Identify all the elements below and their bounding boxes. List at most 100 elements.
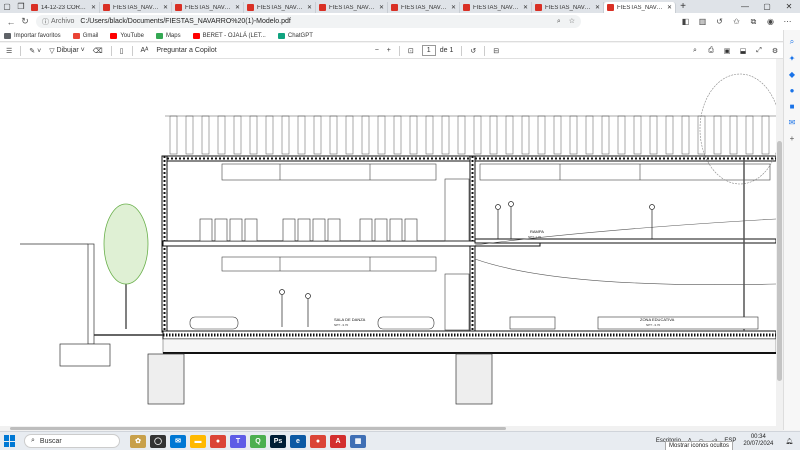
favorite-star-icon[interactable]: ☆ [569,18,575,25]
minimize-icon[interactable]: — [734,2,756,11]
task-view-icon[interactable]: ◯ [150,434,166,448]
tab-close-icon[interactable]: ✕ [235,4,240,11]
tab-label: FIESTAS_NAVARRO [257,4,305,11]
louver-blade [249,115,258,155]
file-explorer-icon[interactable]: ▬ [190,434,206,448]
app-q-icon[interactable]: Q [250,434,266,448]
tab-close-icon[interactable]: ✕ [379,4,384,11]
clock-time: 00:34 [750,434,766,440]
bookmark-item[interactable]: YouTube [110,32,144,39]
bookmarks-bar: Importar favoritos Gmail YouTube Maps BERET … [0,30,800,42]
teams-icon[interactable]: T [230,434,246,448]
rotate-icon[interactable]: ↺ [470,47,476,55]
more-icon[interactable]: ⋯ [779,17,796,27]
page-number-input[interactable]: 1 [421,45,436,56]
vertical-scrollbar[interactable] [776,59,783,426]
taskbar-search[interactable]: ⌕ Buscar [24,434,120,448]
file-info-icon[interactable]: ⓘ [42,17,49,27]
bookmark-item[interactable]: Importar favoritos [4,32,61,39]
refresh-icon[interactable]: ↻ [18,16,32,27]
office-icon[interactable]: ■ [784,102,800,111]
browser-tab[interactable]: FIESTAS_NAVARRO✕ [388,2,460,13]
autocad-icon[interactable]: A [330,434,346,448]
search-icon[interactable]: ⌕ [687,47,703,55]
bookmark-item[interactable]: Maps [155,32,181,39]
horizontal-scroll-thumb[interactable] [10,427,506,430]
bookmark-label: YouTube [120,32,144,39]
zoom-icon[interactable]: ⌕ [557,18,561,25]
browser-tab[interactable]: 14-12-23 CORTES ✕ [28,2,100,13]
shopping-icon[interactable]: ◆ [784,70,800,79]
read-aloud-icon[interactable]: Aᴬ [141,47,149,54]
add-sidebar-icon[interactable]: + [784,134,800,143]
extension-icon[interactable]: ◧ [677,17,694,27]
new-tab-button[interactable]: + [676,1,690,12]
widget-icon[interactable]: ✿ [130,434,146,448]
edge-icon[interactable]: e [290,434,306,448]
zoom-out-icon[interactable]: − [375,47,379,54]
zoom-in-icon[interactable]: + [387,47,391,54]
vertical-scroll-thumb[interactable] [777,141,782,381]
save-as-icon[interactable]: ⬓ [735,47,751,55]
start-windows-icon[interactable] [4,435,16,447]
tab-actions-icon[interactable]: ❐ [14,0,28,13]
contents-icon[interactable]: ☰ [6,47,12,55]
mail-app-icon[interactable]: ✉ [170,434,186,448]
eraser-icon[interactable]: ⌫ [93,47,103,55]
bookmark-item[interactable]: Gmail [72,32,98,39]
search-sidebar-icon[interactable]: ⌕ [784,37,800,47]
windows-app-icon[interactable]: ▦ [350,434,366,448]
draw-button[interactable]: ▽ Dibujar ˅ [49,47,85,55]
browser-tab[interactable]: FIESTAS_NAVARRO✕ [100,2,172,13]
bookmark-item[interactable]: BERET - OJALÁ (LET... [192,32,266,39]
bookmark-icon [192,32,200,39]
label-sala-danza: SALA DE DANZA [334,317,366,322]
settings-gear-icon[interactable]: ⚙ [767,47,783,55]
pdf-page[interactable]: SALA DE DANZA NPT: -3.70 ZONA EDUCATIVA … [0,59,776,426]
bookmark-item[interactable]: ChatGPT [277,32,313,39]
tab-close-icon[interactable]: ✕ [595,4,600,11]
refresh-extension-icon[interactable]: ↺ [711,17,728,27]
copilot-button[interactable]: Preguntar a Copilot [156,47,216,54]
split-screen-icon[interactable]: ▥ [694,17,711,27]
clock[interactable]: 00:34 20/07/2024 [743,434,773,448]
games-icon[interactable]: ● [784,86,800,95]
tools-icon[interactable]: ✦ [784,54,800,63]
favorites-icon[interactable]: ✩ [728,17,745,27]
workspaces-icon[interactable]: ▢ [0,0,14,13]
page-controls: − + ⊡ 1 de 1 ↺ ⊟ [375,45,507,56]
chrome-profile-icon[interactable]: ● [310,434,326,448]
url-box[interactable]: ⓘ Archivo C:/Users/black/Documents/FIEST… [36,15,581,28]
roof-louvers [165,115,776,155]
browser-tab[interactable]: FIESTAS_NAVARRO✕ [604,2,676,13]
outlook-icon[interactable]: ✉ [784,118,800,127]
url-text[interactable]: C:/Users/black/Documents/FIESTAS_NAVARRO… [80,18,551,25]
back-icon[interactable]: ← [4,17,18,27]
browser-tab[interactable]: FIESTAS_NAVARRO✕ [316,2,388,13]
print-icon[interactable]: ⎙ [703,47,719,55]
save-icon[interactable]: ▣ [719,47,735,55]
maximize-icon[interactable]: ▢ [756,2,778,11]
tab-close-icon[interactable]: ✕ [451,4,456,11]
page-view-icon[interactable]: ⊟ [493,47,499,55]
close-window-icon[interactable]: ✕ [778,2,800,11]
highlight-icon[interactable]: ✎ ˅ [29,47,41,55]
browser-tab[interactable]: FIESTAS_NAVARRO✕ [532,2,604,13]
browser-tab[interactable]: FIESTAS_NAVARRO✕ [244,2,316,13]
tab-close-icon[interactable]: ✕ [307,4,312,11]
fullscreen-icon[interactable]: ⤢ [751,47,767,55]
photoshop-icon[interactable]: Ps [270,434,286,448]
tab-close-icon[interactable]: ✕ [163,4,168,11]
profile-icon[interactable]: ◉ [762,17,779,27]
add-text-icon[interactable]: ▯ [120,47,124,55]
notification-bell-icon[interactable]: 🔔︎ [785,438,793,445]
tab-close-icon[interactable]: ✕ [523,4,528,11]
browser-tab[interactable]: FIESTAS_NAVARRO✕ [172,2,244,13]
tab-close-icon[interactable]: ✕ [667,4,672,11]
chrome-icon[interactable]: ● [210,434,226,448]
collections-icon[interactable]: ⧉ [745,17,762,27]
tab-close-icon[interactable]: ✕ [91,4,96,11]
fit-page-icon[interactable]: ⊡ [408,47,414,55]
browser-tab[interactable]: FIESTAS_NAVARRO✕ [460,2,532,13]
hidden-icons-tooltip: Mostrar iconos ocultos [665,441,734,450]
